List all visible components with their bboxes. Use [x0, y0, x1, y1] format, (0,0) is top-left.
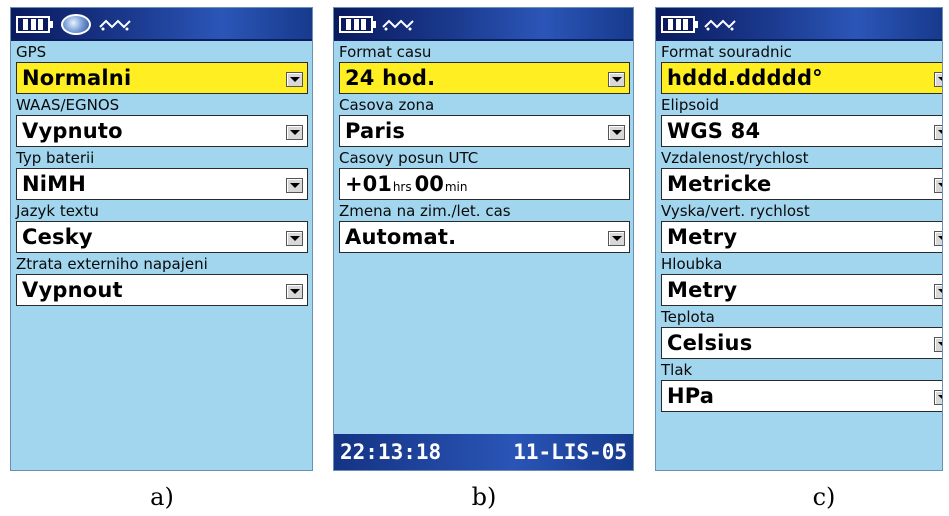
dst-value: Automat. — [345, 225, 457, 249]
battery-icon — [16, 16, 50, 33]
depth-label: Hloubka — [661, 255, 723, 273]
dropdown-arrow-icon[interactable] — [934, 125, 942, 140]
battery-type-label: Typ baterii — [16, 149, 95, 167]
language-value: Cesky — [22, 225, 93, 249]
status-bar-top — [334, 8, 633, 41]
dropdown-arrow-icon[interactable] — [286, 72, 303, 87]
timezone-value: Paris — [345, 119, 406, 143]
battery-type-value: NiMH — [22, 172, 87, 196]
pressure-value: HPa — [667, 384, 715, 408]
caption-c: c) — [812, 483, 836, 511]
external-power-label: Ztrata externiho napajeni — [16, 255, 208, 273]
timezone-label: Casova zona — [339, 96, 435, 114]
time-setup-screen: Format casu 24 hod. Casova zona Paris Ca… — [333, 7, 634, 471]
elevation-dropdown[interactable]: Metry — [661, 221, 942, 253]
distance-value: Metricke — [667, 172, 772, 196]
dropdown-arrow-icon[interactable] — [934, 284, 942, 299]
temperature-dropdown[interactable]: Celsius — [661, 327, 942, 359]
time-format-label: Format casu — [339, 43, 432, 61]
temperature-label: Teplota — [661, 308, 715, 326]
battery-tip — [695, 21, 698, 28]
dropdown-arrow-icon[interactable] — [608, 72, 625, 87]
dropdown-arrow-icon[interactable] — [286, 231, 303, 246]
gps-mode-value: Normalni — [22, 66, 132, 90]
current-time: 22:13:18 — [340, 440, 442, 464]
external-power-dropdown[interactable]: Vypnout — [16, 274, 308, 306]
dropdown-arrow-icon[interactable] — [934, 72, 942, 87]
coord-format-label: Format souradnic — [661, 43, 792, 61]
dst-dropdown[interactable]: Automat. — [339, 221, 630, 253]
dropdown-arrow-icon[interactable] — [608, 125, 625, 140]
waas-value: Vypnuto — [22, 119, 123, 143]
dropdown-arrow-icon[interactable] — [934, 178, 942, 193]
caption-b: b) — [471, 483, 497, 511]
elevation-label: Vyska/vert. rychlost — [661, 202, 810, 220]
coord-format-value: hddd.ddddd° — [667, 66, 823, 90]
distance-dropdown[interactable]: Metricke — [661, 168, 942, 200]
signal-wave-icon — [99, 19, 131, 31]
dropdown-arrow-icon[interactable] — [934, 337, 942, 352]
utc-hours: +01 — [345, 172, 392, 196]
caption-a: a) — [150, 483, 174, 511]
language-dropdown[interactable]: Cesky — [16, 221, 308, 253]
dropdown-arrow-icon[interactable] — [934, 390, 942, 405]
waas-dropdown[interactable]: Vypnuto — [16, 115, 308, 147]
status-bar-top — [656, 8, 942, 41]
distance-label: Vzdalenost/rychlost — [661, 149, 809, 167]
current-date: 11-LIS-05 — [513, 440, 627, 464]
depth-dropdown[interactable]: Metry — [661, 274, 942, 306]
status-bar-top — [11, 8, 312, 41]
pressure-label: Tlak — [661, 361, 693, 379]
external-power-value: Vypnout — [22, 278, 123, 302]
time-format-value: 24 hod. — [345, 66, 436, 90]
utc-minutes-unit: min — [444, 180, 468, 194]
signal-wave-icon — [382, 19, 414, 31]
elevation-value: Metry — [667, 225, 738, 249]
gps-mode-label: GPS — [16, 43, 47, 61]
satellite-globe-icon — [61, 14, 91, 35]
dropdown-arrow-icon[interactable] — [286, 284, 303, 299]
time-format-dropdown[interactable]: 24 hod. — [339, 62, 630, 94]
battery-tip — [50, 21, 53, 28]
gps-system-setup-screen: GPS Normalni WAAS/EGNOS Vypnuto Typ bate… — [10, 7, 313, 471]
datum-value: WGS 84 — [667, 119, 761, 143]
clock-status-bar: 22:13:18 11-LIS-05 — [334, 434, 633, 470]
battery-tip — [373, 21, 376, 28]
dropdown-arrow-icon[interactable] — [934, 231, 942, 246]
gps-mode-dropdown[interactable]: Normalni — [16, 62, 308, 94]
coord-format-dropdown[interactable]: hddd.ddddd° — [661, 62, 942, 94]
waas-label: WAAS/EGNOS — [16, 96, 120, 114]
datum-label: Elipsoid — [661, 96, 720, 114]
pressure-dropdown[interactable]: HPa — [661, 380, 942, 412]
utc-minutes: 00 — [414, 172, 444, 196]
language-label: Jazyk textu — [16, 202, 99, 220]
dropdown-arrow-icon[interactable] — [286, 125, 303, 140]
utc-offset-label: Casovy posun UTC — [339, 149, 479, 167]
temperature-value: Celsius — [667, 331, 753, 355]
datum-dropdown[interactable]: WGS 84 — [661, 115, 942, 147]
units-setup-screen: Format souradnic hddd.ddddd° Elipsoid WG… — [655, 7, 943, 471]
utc-hours-unit: hrs — [392, 180, 412, 194]
dropdown-arrow-icon[interactable] — [286, 178, 303, 193]
battery-icon — [339, 16, 373, 33]
utc-offset-value: +01hrs 00min — [345, 169, 471, 199]
battery-type-dropdown[interactable]: NiMH — [16, 168, 308, 200]
depth-value: Metry — [667, 278, 738, 302]
dst-label: Zmena na zim./let. cas — [339, 202, 511, 220]
utc-offset-field[interactable]: +01hrs 00min — [339, 168, 630, 200]
dropdown-arrow-icon[interactable] — [608, 231, 625, 246]
timezone-dropdown[interactable]: Paris — [339, 115, 630, 147]
battery-icon — [661, 16, 695, 33]
signal-wave-icon — [704, 19, 736, 31]
